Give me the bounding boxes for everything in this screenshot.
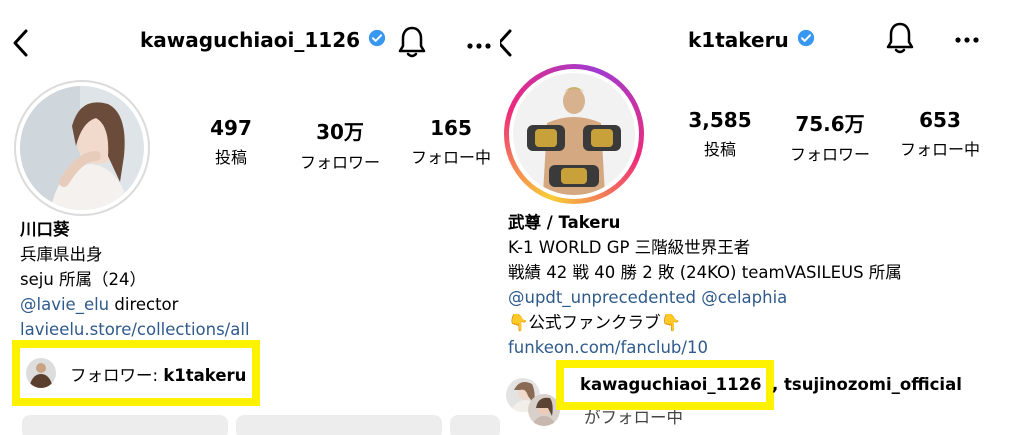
bio-line-record: 戦績 42 戦 40 勝 2 敗 (24KO) teamVASILEUS 所属: [508, 263, 902, 282]
mutual-user-2[interactable]: , tsujinozomi_official: [772, 375, 962, 394]
stat-posts-label: 投稿: [214, 148, 247, 167]
followed-by-prefix: フォロワー:: [70, 366, 164, 385]
profile-username: k1takeru: [688, 28, 815, 52]
followed-by-row[interactable]: フォロワー: k1takeru: [20, 348, 252, 398]
profile-header: kawaguchiaoi_1126: [0, 22, 500, 62]
mention-link[interactable]: @lavie_elu: [20, 295, 109, 314]
stat-followers[interactable]: 30万 フォロワー: [290, 116, 390, 173]
mention-links[interactable]: @updt_unprecedented @celaphia: [508, 285, 902, 310]
website-link[interactable]: funkeon.com/fanclub/10: [508, 335, 902, 360]
stat-followers[interactable]: 75.6万 フォロワー: [780, 108, 880, 165]
verified-badge-icon: [368, 28, 386, 52]
stat-following-label: フォロー中: [410, 148, 491, 167]
avatar: [509, 69, 639, 199]
back-arrow-icon[interactable]: [500, 28, 512, 62]
bio-line-fanclub: 👇公式ファンクラブ👇: [508, 313, 682, 332]
bio-line-mention: @lavie_elu director: [20, 292, 250, 317]
stat-posts[interactable]: 3,585 投稿: [680, 108, 760, 160]
stat-following-count: 653: [919, 108, 961, 132]
display-name: 武尊 / Takeru: [508, 213, 621, 232]
stat-posts[interactable]: 497 投稿: [196, 116, 266, 168]
stat-following[interactable]: 653 フォロー中: [890, 108, 990, 160]
bell-icon[interactable]: [396, 24, 428, 64]
message-button[interactable]: [236, 415, 442, 435]
mutual-user-1-box[interactable]: kawaguchiaoi_1126: [564, 368, 766, 402]
avatar-story-ring[interactable]: [504, 64, 644, 204]
avatar[interactable]: [14, 80, 150, 216]
stat-following[interactable]: 165 フォロー中: [402, 116, 500, 168]
mutual-user-1[interactable]: kawaguchiaoi_1126: [580, 375, 762, 394]
verified-badge-icon: [797, 28, 815, 52]
username-text: kawaguchiaoi_1126: [140, 28, 361, 52]
profile-bio: 川口葵 兵庫県出身 seju 所属（24） @lavie_elu directo…: [20, 217, 250, 342]
stat-posts-count: 497: [210, 116, 252, 140]
bio-line-agency: seju 所属（24）: [20, 270, 147, 289]
bio-line-hometown: 兵庫県出身: [20, 245, 103, 264]
profile-bio: 武尊 / Takeru K-1 WORLD GP 三階級世界王者 戦績 42 戦…: [508, 210, 902, 360]
stat-followers-label: フォロワー: [789, 145, 870, 164]
follower-avatar: [26, 358, 56, 388]
mention-suffix: director: [109, 295, 179, 314]
followed-by-user[interactable]: k1takeru: [163, 366, 246, 385]
display-name: 川口葵: [20, 220, 70, 239]
profile-header: k1takeru: [500, 22, 1024, 62]
profile-username: kawaguchiaoi_1126: [140, 28, 386, 52]
more-icon[interactable]: [466, 36, 492, 55]
profile-panel-k1takeru: k1takeru 3,585 投稿 75.6万 フォロワー 653 フォロー中 …: [500, 0, 1024, 435]
stat-following-label: フォロー中: [899, 140, 980, 159]
bio-line-title: K-1 WORLD GP 三階級世界王者: [508, 238, 751, 257]
stat-followers-count: 30万: [316, 120, 364, 144]
stat-followers-count: 75.6万: [795, 112, 865, 136]
more-icon[interactable]: [954, 30, 980, 49]
stat-followers-label: フォロワー: [299, 153, 380, 172]
more-actions-button[interactable]: [450, 415, 500, 435]
stat-following-count: 165: [430, 116, 472, 140]
stat-posts-count: 3,585: [688, 108, 752, 132]
username-text: k1takeru: [688, 28, 789, 52]
website-link[interactable]: lavieelu.store/collections/all: [20, 317, 250, 342]
avatar-photo: [20, 86, 144, 210]
bell-icon[interactable]: [884, 20, 916, 60]
avatar-photo: [513, 73, 635, 195]
profile-panel-kawaguchiaoi: kawaguchiaoi_1126 497 投稿 30万 フォロワー 165 フ…: [0, 0, 500, 435]
follow-button[interactable]: [22, 415, 228, 435]
stat-posts-label: 投稿: [703, 140, 736, 159]
back-arrow-icon[interactable]: [10, 28, 32, 62]
followed-by-text: フォロワー: k1takeru: [70, 362, 246, 386]
